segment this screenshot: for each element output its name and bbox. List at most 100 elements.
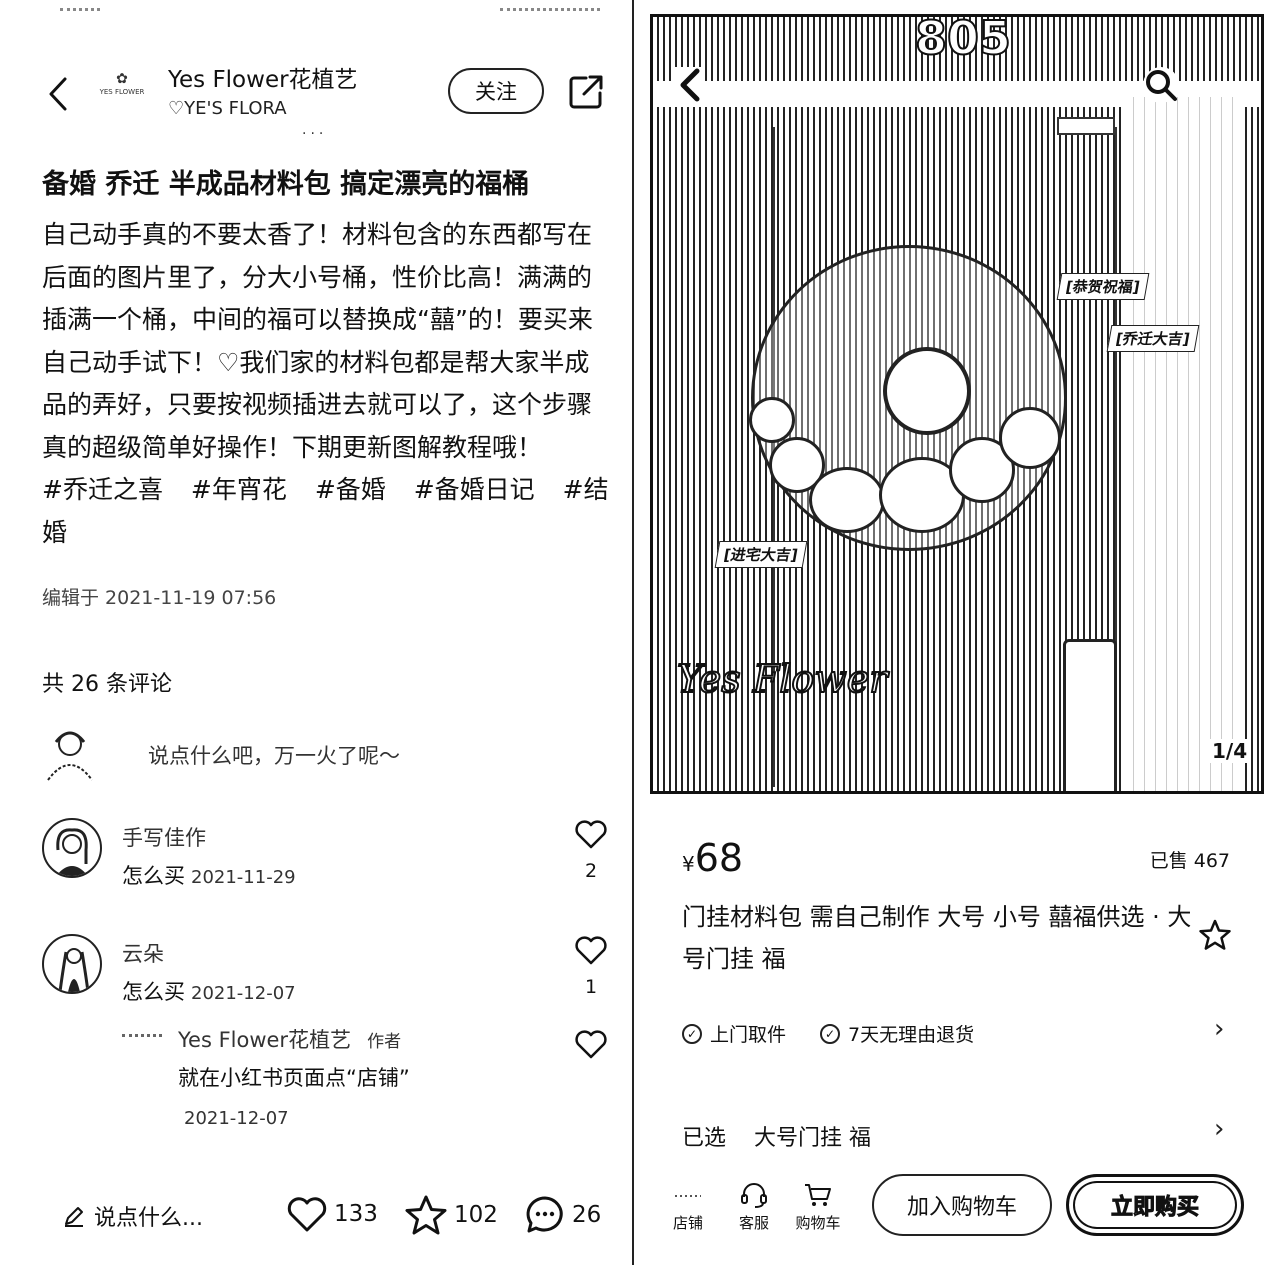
- author-logo[interactable]: ✿ YES FLOWER: [94, 72, 150, 116]
- flower-logo-icon: ✿: [116, 71, 128, 87]
- back-button[interactable]: [38, 72, 78, 116]
- collect-count: 102: [454, 1202, 498, 1228]
- status-bar-right: [500, 8, 600, 17]
- add-to-cart-button[interactable]: 加入购物车: [872, 1174, 1052, 1236]
- comment-body: 怎么买: [122, 864, 185, 888]
- my-avatar: [42, 724, 98, 782]
- comment-username[interactable]: 手写佳作: [122, 822, 206, 852]
- photo-back-button[interactable]: [675, 67, 705, 103]
- avatar[interactable]: [42, 934, 102, 994]
- status-bar-left: [60, 8, 100, 17]
- heart-icon: [575, 936, 607, 965]
- buy-now-button[interactable]: 立即购买: [1066, 1174, 1244, 1236]
- photo-page-indicator: 1/4: [1209, 739, 1251, 763]
- search-icon: [1146, 70, 1177, 101]
- heart-icon: [575, 820, 607, 849]
- reply-like-button[interactable]: [574, 1028, 608, 1060]
- shop-button[interactable]: 店铺: [660, 1178, 716, 1233]
- comment-like-count: 2: [584, 860, 598, 882]
- service-return: ✓ 7天无理由退货: [820, 1020, 974, 1047]
- chevron-left-icon: [680, 68, 700, 102]
- hashtag-link[interactable]: #备婚: [315, 475, 386, 504]
- shop-icon: [660, 1178, 716, 1212]
- comment-compose-button[interactable]: 说点什么...: [62, 1200, 203, 1232]
- price-currency: ¥: [682, 852, 695, 876]
- comment-username[interactable]: 云朵: [122, 938, 164, 968]
- comment-like-button[interactable]: [574, 934, 608, 966]
- check-circle-icon: ✓: [682, 1023, 702, 1044]
- photo-door-sign: [1057, 117, 1115, 135]
- check-circle-icon: ✓: [820, 1023, 840, 1044]
- service-guarantees-row[interactable]: ✓ 上门取件 ✓ 7天无理由退货 ›: [682, 1014, 1242, 1050]
- photo-sticker: [乔迁大吉]: [1106, 325, 1200, 352]
- photo-fu-ornament: [883, 347, 971, 435]
- photo-signature: Yes Flower: [676, 656, 888, 702]
- user-avatar-icon: [58, 948, 90, 992]
- product-title: 门挂材料包 需自己制作 大号 小号 囍福供选 · 大号门挂 福: [682, 903, 1192, 973]
- avatar-icon: [47, 731, 93, 781]
- headset-icon: [726, 1178, 782, 1212]
- comment-like-button[interactable]: [574, 818, 608, 850]
- comment-date: 2021-11-29: [191, 867, 296, 888]
- avatar[interactable]: [42, 818, 102, 878]
- post-body-text: 自己动手真的不要太香了！材料包含的东西都写在后面的图片里了，分大小号桶，性价比高…: [42, 220, 593, 462]
- chevron-left-icon: [49, 77, 67, 111]
- comment-input[interactable]: 说点什么吧，万一火了呢～: [148, 740, 400, 770]
- share-icon: [569, 75, 603, 109]
- favorite-button[interactable]: [1198, 918, 1232, 952]
- customer-service-button[interactable]: 客服: [726, 1178, 782, 1233]
- photo-counter: 805: [914, 14, 1012, 66]
- product-price: ¥68: [682, 836, 743, 880]
- reply-text: 就在小红书页面点“店铺”: [178, 1066, 410, 1090]
- product-photo[interactable]: 805 [恭贺祝福] [乔迁大吉] [进宅大吉] Yes Flower 1/4: [650, 14, 1264, 794]
- service-pickup: ✓ 上门取件: [682, 1020, 786, 1047]
- cart-button[interactable]: 购物车: [790, 1178, 846, 1233]
- heart-icon: [287, 1197, 327, 1232]
- comment-text: 怎么买 2021-12-07: [122, 976, 296, 1006]
- share-button[interactable]: [566, 72, 606, 112]
- post-title: 备婚 乔迁 半成品材料包 搞定漂亮的福桶: [42, 169, 530, 200]
- note-bottom-bar: 说点什么... 133 102 26: [0, 1190, 632, 1240]
- photo-sticker: [进宅大吉]: [714, 541, 808, 568]
- comments-count: 26: [572, 1202, 602, 1228]
- customer-service-label: 客服: [738, 1214, 769, 1232]
- like-button[interactable]: 133: [286, 1194, 378, 1234]
- hashtag-link[interactable]: #乔迁之喜: [42, 475, 163, 504]
- hashtag-link[interactable]: #年宵花: [191, 475, 287, 504]
- comment-text: 怎么买 2021-11-29: [122, 860, 296, 890]
- panel-divider: [632, 0, 634, 1265]
- hashtag-link[interactable]: #备婚日记: [414, 475, 535, 504]
- author-badge: 作者: [367, 1032, 402, 1052]
- cart-icon: [790, 1178, 846, 1212]
- follow-button[interactable]: 关注: [448, 68, 544, 114]
- cart-label: 购物车: [795, 1214, 841, 1232]
- chevron-right-icon: ›: [1214, 1114, 1225, 1144]
- reply-username[interactable]: Yes Flower花植艺 作者: [178, 1024, 401, 1054]
- compose-label: 说点什么...: [94, 1206, 203, 1231]
- photo-sticker: [恭贺祝福]: [1056, 273, 1150, 300]
- heart-icon: [575, 1030, 607, 1059]
- reply-username-text: Yes Flower花植艺: [178, 1028, 352, 1052]
- edit-time: 编辑于 2021-11-19 07:56: [42, 587, 277, 609]
- comments-button[interactable]: 26: [524, 1194, 601, 1236]
- service-label: 7天无理由退货: [848, 1024, 975, 1046]
- photo-search-button[interactable]: [1143, 67, 1179, 103]
- reply-avatar[interactable]: [122, 1034, 162, 1051]
- comment-bubble-icon: [526, 1196, 563, 1233]
- shop-label: 店铺: [672, 1214, 703, 1232]
- collect-button[interactable]: 102: [404, 1194, 498, 1236]
- user-avatar-icon: [56, 828, 88, 876]
- service-label: 上门取件: [710, 1024, 787, 1046]
- selected-spec-row[interactable]: 已选 大号门挂 福 ›: [682, 1114, 1242, 1152]
- star-icon: [405, 1195, 447, 1235]
- comment-like-count: 1: [584, 976, 598, 998]
- comment-body: 怎么买: [122, 980, 185, 1004]
- sold-count: 已售 467: [1149, 850, 1230, 872]
- product-panel: 805 [恭贺祝福] [乔迁大吉] [进宅大吉] Yes Flower 1/4 …: [636, 0, 1280, 1280]
- photo-door-panel: [1123, 97, 1243, 791]
- post-body: 自己动手真的不要太香了！材料包含的东西都写在后面的图片里了，分大小号桶，性价比高…: [42, 214, 612, 554]
- purchase-action-bar: 店铺 客服 购物车 加入购物车 立即购买: [636, 1170, 1280, 1250]
- author-logo-text: YES FLOWER: [99, 88, 145, 96]
- author-name[interactable]: Yes Flower花植艺: [168, 60, 358, 94]
- author-subtitle: ♡YE'S FLORA: [168, 98, 287, 119]
